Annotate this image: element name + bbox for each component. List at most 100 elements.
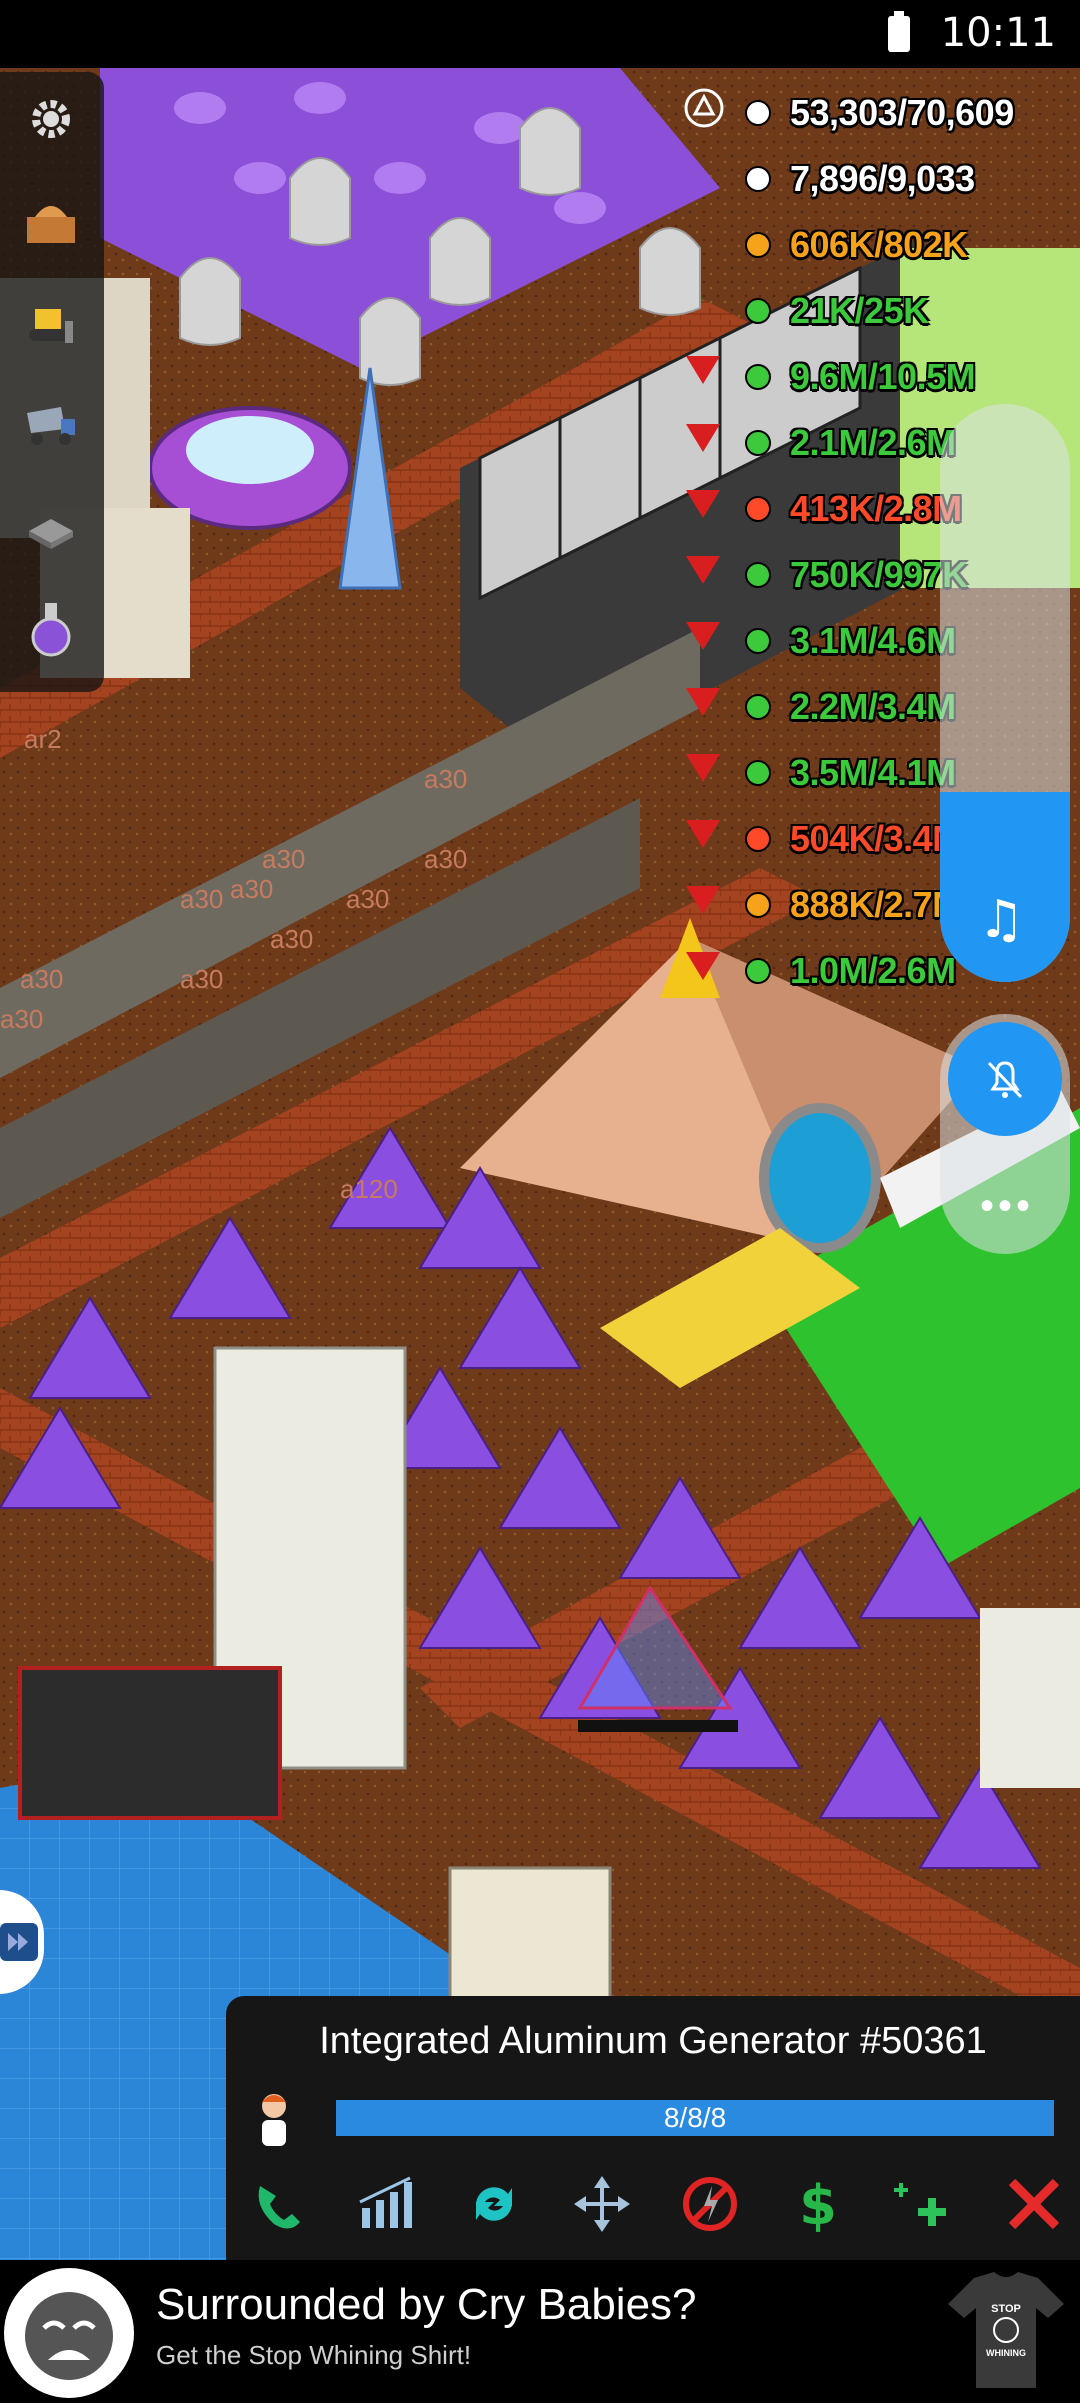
warning-icon (686, 688, 720, 716)
volume-fill (940, 792, 1070, 982)
map-label: a30 (20, 964, 63, 994)
resource-row: 21K/25K (740, 280, 929, 342)
resource-value: 7,896/9,033 (790, 158, 975, 199)
chip-icon (740, 951, 776, 991)
aluminum-ingot-icon (740, 687, 776, 727)
resource-row: 3.5M/4.1M (740, 742, 956, 804)
workers-bar: 8/8/8 (336, 2100, 1054, 2136)
map-label: a30 (230, 874, 273, 904)
clock: 10:11 (940, 10, 1056, 56)
dump-truck-icon[interactable] (16, 390, 86, 460)
resource-row: 9.6M/10.5M (740, 346, 976, 408)
resource-value: 21K/25K (790, 290, 929, 331)
resource-row: 2.2M/3.4M (740, 676, 956, 738)
bell-off-icon[interactable] (948, 1022, 1062, 1136)
potion-icon[interactable] (16, 594, 86, 664)
resource-row: 7,896/9,033 (740, 148, 975, 210)
coal-icon (740, 555, 776, 595)
stats-icon[interactable] (350, 2168, 422, 2240)
map-label: a30 (346, 884, 389, 914)
worker-yellow-icon (740, 93, 776, 133)
warning-icon (686, 556, 720, 584)
progress-indicator (578, 1720, 738, 1732)
ad-banner[interactable]: Surrounded by Cry Babies? Get the Stop W… (0, 2260, 1080, 2400)
map-label: a30 (424, 764, 467, 794)
map-label: a30 (424, 844, 467, 874)
map-label: a120 (340, 1174, 398, 1204)
svg-text:WHINING: WHINING (986, 2348, 1026, 2358)
build-toolbar (0, 72, 104, 692)
network-icon (740, 291, 776, 331)
battery-icon (888, 11, 910, 52)
connect-icon[interactable] (244, 2168, 316, 2240)
music-volume-slider[interactable]: ♫ (940, 404, 1070, 982)
resource-value: 3.1M/4.6M (790, 620, 956, 661)
music-note-icon[interactable]: ♫ (978, 890, 1025, 950)
stargate (759, 1103, 881, 1253)
resource-value: 504K/3.4M (790, 818, 962, 859)
move-icon[interactable] (566, 2168, 638, 2240)
notification-widget[interactable]: ••• (940, 1014, 1070, 1254)
warning-icon (686, 754, 720, 782)
warning-icon (686, 424, 720, 452)
wood-icon (740, 753, 776, 793)
refresh-icon[interactable] (458, 2168, 530, 2240)
worker-icon (254, 2090, 294, 2150)
sell-icon[interactable]: $ (782, 2168, 854, 2240)
bulb-icon (740, 885, 776, 925)
resource-value: 53,303/70,609 (790, 92, 1014, 133)
bread-icon (740, 621, 776, 661)
map-label: a30 (180, 964, 223, 994)
steel-drum-icon (740, 819, 776, 859)
resource-row: 606K/802K (740, 214, 968, 276)
more-icon[interactable]: ••• (980, 1184, 1034, 1229)
haunted-house (18, 1666, 282, 1820)
svg-text:STOP: STOP (991, 2303, 1021, 2315)
factory-icon[interactable] (16, 492, 86, 562)
disable-icon[interactable] (674, 2168, 746, 2240)
upgrade-icon-triangle[interactable] (682, 86, 726, 130)
map-label: a30 (270, 924, 313, 954)
resource-value: 3.5M/4.1M (790, 752, 956, 793)
map-label: a30 (0, 1004, 43, 1034)
resource-row: 750K/997K (740, 544, 968, 606)
resource-value: 1.0M/2.6M (790, 950, 956, 991)
map-label: a30 (180, 884, 223, 914)
warning-icon (686, 820, 720, 848)
warning-icon (686, 356, 720, 384)
resource-row: 53,303/70,609 (740, 82, 1014, 144)
resource-value: 9.6M/10.5M (790, 356, 976, 397)
map-label: ar2 (24, 724, 62, 754)
building-info-panel: Integrated Aluminum Generator #50361 8/8… (226, 1996, 1080, 2260)
resource-value: 413K/2.8M (790, 488, 962, 529)
fast-forward-icon (0, 1923, 38, 1961)
resource-value: 2.2M/3.4M (790, 686, 956, 727)
ad-subline[interactable]: Get the Stop Whining Shirt! (156, 2340, 471, 2371)
resource-row: 504K/3.4M (740, 808, 962, 870)
lightning-icon (740, 225, 776, 265)
worker-red-icon (740, 159, 776, 199)
gear-icon[interactable] (16, 84, 86, 154)
upgrade-icon[interactable] (890, 2168, 962, 2240)
ad-headline[interactable]: Surrounded by Cry Babies? (156, 2280, 697, 2330)
resource-row: 413K/2.8M (740, 478, 962, 540)
resource-value: 888K/2.7M (790, 884, 962, 925)
svg-text:$: $ (799, 2174, 837, 2236)
resource-row: 2.1M/2.6M (740, 412, 956, 474)
shirt-image[interactable]: STOP WHINING (944, 2268, 1068, 2394)
building-icon[interactable] (16, 186, 86, 256)
resource-row: 3.1M/4.6M (740, 610, 956, 672)
close-icon[interactable] (998, 2168, 1070, 2240)
resource-value: 606K/802K (790, 224, 968, 265)
meat-icon (740, 489, 776, 529)
warning-icon (686, 952, 720, 980)
bulldozer-icon[interactable] (16, 288, 86, 358)
water-drop-icon (740, 357, 776, 397)
resource-value: 2.1M/2.6M (790, 422, 956, 463)
oil-barrel-icon (740, 423, 776, 463)
crying-face-icon (4, 2268, 134, 2398)
status-bar: 10:11 (0, 0, 1080, 68)
warning-icon (686, 490, 720, 518)
building-title: Integrated Aluminum Generator #50361 (319, 2020, 987, 2062)
warning-icon (686, 886, 720, 914)
